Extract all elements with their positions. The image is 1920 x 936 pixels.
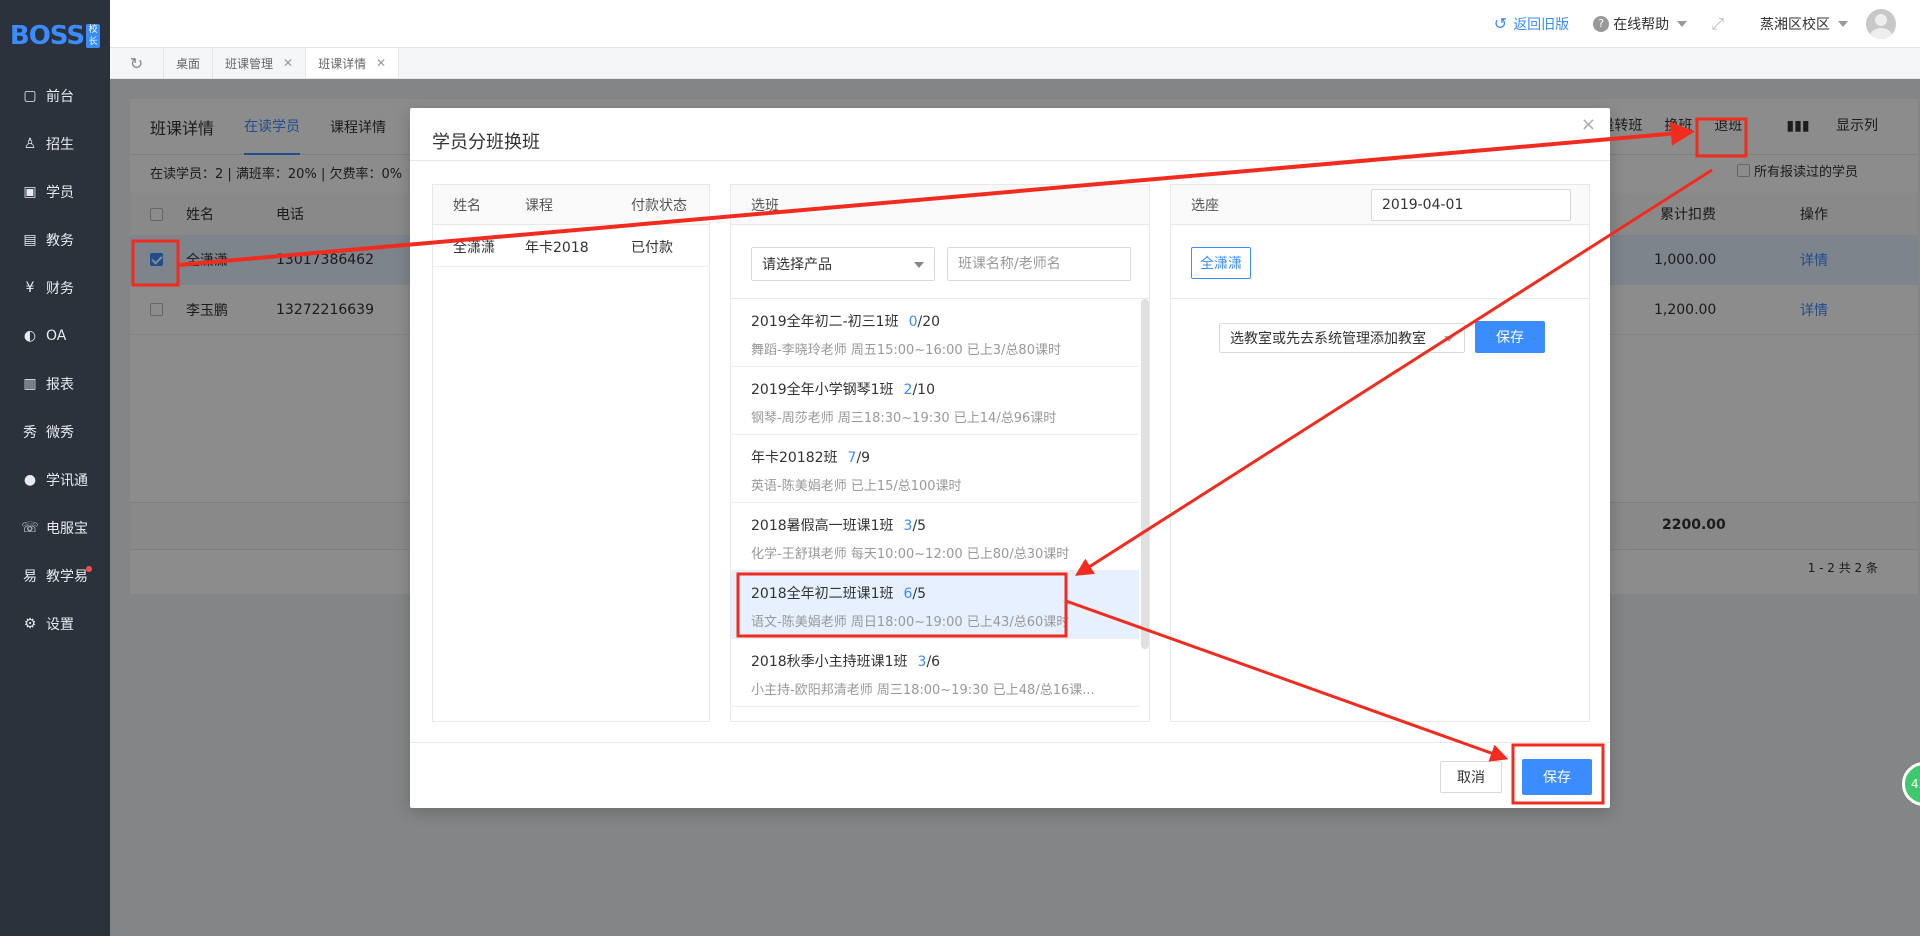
tab-page-2[interactable]: 班课详情 ✕ <box>306 48 400 78</box>
panel-header: 选座 <box>1191 197 1219 214</box>
save-button[interactable]: 保存 <box>1522 759 1592 795</box>
close-icon[interactable]: ✕ <box>283 56 293 70</box>
class-list-item[interactable]: 2018全年初二班课1班 6/5 语文-陈美娟老师 周日18:00~19:00 已上… <box>731 571 1139 639</box>
phone-icon: ☏ <box>21 520 39 536</box>
online-help-menu[interactable]: ? 在线帮助 <box>1593 14 1688 34</box>
gear-icon: ⚙ <box>23 616 37 632</box>
refresh-icon[interactable]: ↻ <box>110 48 164 78</box>
calendar-icon: ▢ <box>23 88 37 104</box>
logo-text: BOSS <box>9 21 85 51</box>
class-list-item[interactable]: 年卡20182班 7/9 英语-陈美娟老师 已上15/总100课时 <box>731 435 1139 503</box>
campus-selector[interactable]: 蒸湘区校区 <box>1760 14 1848 34</box>
sidebar-item-0[interactable]: ▢ 前台 <box>0 72 110 120</box>
sidebar-item-2[interactable]: ▣ 学员 <box>0 168 110 216</box>
sidebar-item-11[interactable]: ⚙ 设置 <box>0 600 110 648</box>
chevron-down-icon <box>1838 20 1848 27</box>
sidebar: BOSS 校长 ▢ 前台 ♙ 招生 ▣ 学员 ▤ 教务 ¥ 财务 ◐ OA ▥ 报表秀微秀 ● 学讯通 ☏ 电服宝… <box>0 0 110 936</box>
help-circle-icon: ? <box>1593 15 1610 32</box>
panel-header: 选班 <box>731 185 1149 225</box>
divider <box>410 742 1610 743</box>
xiu-icon: 秀 <box>23 425 37 441</box>
sidebar-item-1[interactable]: ♙ 招生 <box>0 120 110 168</box>
logo-badge: 校长 <box>86 24 101 48</box>
class-list-item[interactable]: 硬笔书法1班2/8 <box>731 707 1139 721</box>
book-icon: ▤ <box>23 232 37 248</box>
modal-title: 学员分班换班 <box>432 132 540 153</box>
sidebar-item-4[interactable]: ¥ 财务 <box>0 264 110 312</box>
student-panel: 姓名 课程 付款状态 全潇潇 年卡2018 已付款 <box>432 184 710 722</box>
class-list: 2019全年初二-初三1班 0/20 舞蹈-李晓玲老师 周五15:00~16:00 … <box>731 299 1139 721</box>
teach-icon: 易 <box>23 569 37 585</box>
student-row[interactable]: 全潇潇 年卡2018 已付款 <box>433 225 709 267</box>
close-icon[interactable]: × <box>1581 114 1596 135</box>
toggle-icon: ◐ <box>23 328 37 344</box>
fullscreen-button[interactable]: ⤢ <box>1711 14 1724 34</box>
class-search-input[interactable] <box>947 247 1131 281</box>
tab-page-0[interactable]: 桌面 <box>164 48 214 78</box>
undo-icon: ↺ <box>1493 14 1508 33</box>
seat-select-panel: 选座 2019-04-01 全潇潇 选教室或先去系统管理添加教室 保存 <box>1170 184 1590 722</box>
scrollbar[interactable] <box>1141 299 1149 649</box>
classroom-select[interactable]: 选教室或先去系统管理添加教室 <box>1219 323 1465 353</box>
top-header: ↺ 返回旧版 ? 在线帮助 ⤢ 蒸湘区校区 <box>110 0 1920 47</box>
user-add-icon: ♙ <box>23 136 37 152</box>
class-list-item[interactable]: 2019全年小学钢琴1班 2/10 钢琴-周莎老师 周三18:30~19:30 已上… <box>731 367 1139 435</box>
cancel-button[interactable]: 取消 <box>1440 761 1502 793</box>
id-card-icon: ▣ <box>23 184 37 200</box>
sidebar-item-9[interactable]: ☏ 电服宝 <box>0 504 110 552</box>
yen-icon: ¥ <box>25 280 35 296</box>
product-select[interactable]: 请选择产品 <box>751 247 935 281</box>
sidebar-item-7[interactable]: 秀微秀 <box>0 408 110 456</box>
class-list-item[interactable]: 2019全年初二-初三1班 0/20 舞蹈-李晓玲老师 周五15:00~16:00 … <box>731 299 1139 367</box>
sidebar-item-6[interactable]: ▥ 报表 <box>0 360 110 408</box>
class-select-panel: 选班 请选择产品 2019全年初二-初三1班0/20舞蹈-李晓玲老师 周五15:… <box>730 184 1150 722</box>
class-list-item[interactable]: 2018秋季小主持班课1班 3/6 小主持-欧阳邦清老师 周三18:00~19:30… <box>731 639 1139 707</box>
back-old-version-link[interactable]: ↺ 返回旧版 <box>1494 14 1569 34</box>
chevron-down-icon <box>1444 336 1454 342</box>
notification-dot <box>86 566 92 572</box>
chevron-down-icon <box>914 262 924 268</box>
seat-save-button[interactable]: 保存 <box>1475 321 1545 353</box>
student-tag[interactable]: 全潇潇 <box>1191 247 1251 279</box>
page-tabbar: ↻ 桌面 班课管理 ✕ 班课详情 ✕ <box>110 47 1920 79</box>
chevron-down-icon <box>1677 20 1688 27</box>
sidebar-item-3[interactable]: ▤ 教务 <box>0 216 110 264</box>
expand-icon: ⤢ <box>1711 13 1724 33</box>
bar-chart-icon: ▥ <box>23 376 37 392</box>
sidebar-item-8[interactable]: ● 学讯通 <box>0 456 110 504</box>
close-icon[interactable]: ✕ <box>376 56 386 70</box>
avatar[interactable] <box>1866 8 1896 39</box>
sidebar-item-10[interactable]: 易教学易 <box>0 552 110 600</box>
location-icon: ● <box>23 472 37 488</box>
sidebar-item-5[interactable]: ◐ OA <box>0 312 110 360</box>
divider <box>410 160 1610 161</box>
change-class-modal: 学员分班换班 × 姓名 课程 付款状态 全潇潇 年卡2018 已付款 选班 请选… <box>410 108 1610 808</box>
boss-logo[interactable]: BOSS 校长 <box>0 0 110 72</box>
class-list-item[interactable]: 2018暑假高一班课1班 3/5 化学-王舒琪老师 每天10:00~12:00 已上… <box>731 503 1139 571</box>
date-picker[interactable]: 2019-04-01 <box>1371 189 1571 221</box>
tab-page-1[interactable]: 班课管理 ✕ <box>213 48 307 78</box>
